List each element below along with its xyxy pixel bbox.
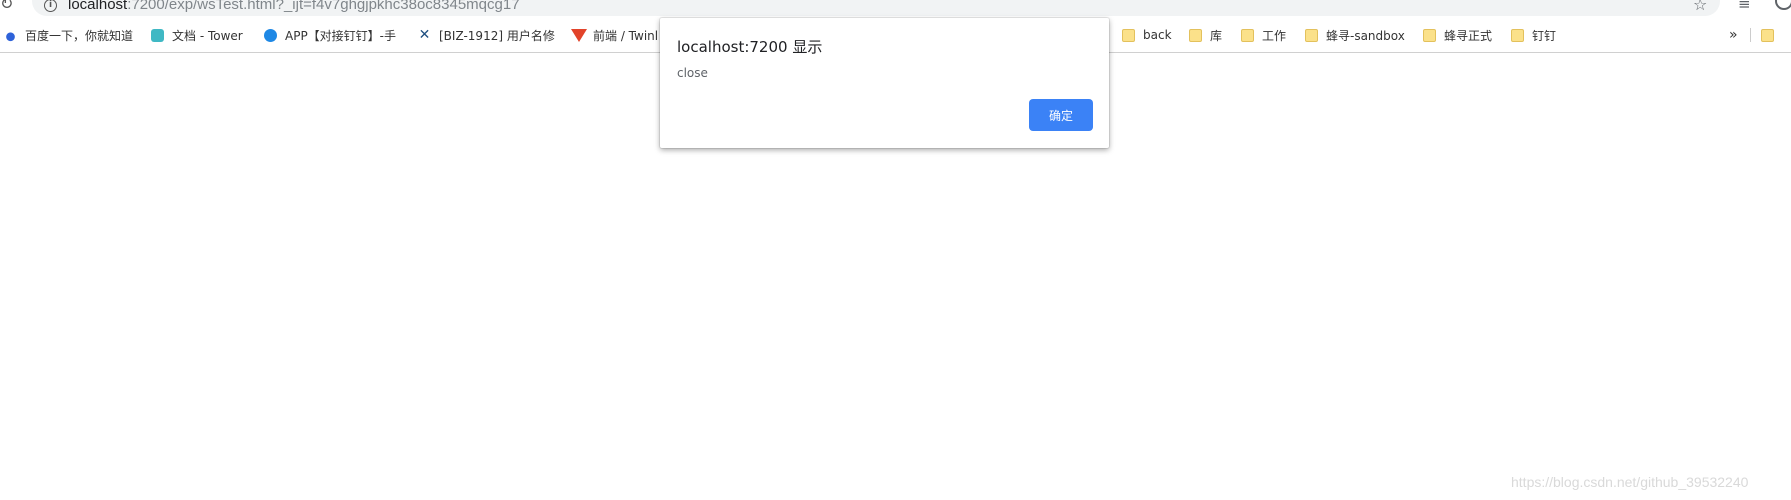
bookmark-item[interactable]: 百度一下，你就知道 bbox=[4, 24, 133, 46]
baidu-icon bbox=[4, 28, 17, 42]
folder-icon bbox=[1423, 28, 1436, 42]
bookmark-label: 库 bbox=[1210, 28, 1223, 43]
bookmark-star-icon[interactable]: ☆ bbox=[1693, 0, 1707, 14]
bookmarks-separator bbox=[1750, 28, 1751, 42]
reload-icon[interactable]: ↻ bbox=[0, 0, 13, 13]
info-icon[interactable]: i bbox=[44, 0, 57, 12]
bookmark-folder[interactable]: 库 bbox=[1189, 24, 1222, 46]
folder-icon bbox=[1305, 28, 1318, 42]
folder-icon bbox=[1122, 28, 1135, 42]
address-row: ↻ i localhost:7200/exp/wsTest.html?_ijt=… bbox=[0, 0, 1791, 18]
url-text[interactable]: localhost:7200/exp/wsTest.html?_ijt=f4v7… bbox=[68, 0, 520, 13]
bookmark-item[interactable]: 文档 - Tower bbox=[151, 24, 243, 46]
alert-dialog: localhost:7200 显示 close 确定 bbox=[660, 18, 1109, 148]
folder-icon bbox=[1511, 28, 1524, 42]
bookmarks-overflow-button[interactable]: » bbox=[1729, 24, 1738, 46]
bookmark-label: 文档 - Tower bbox=[172, 28, 243, 43]
bookmark-label: 蜂寻正式 bbox=[1444, 28, 1493, 43]
app-icon bbox=[264, 28, 277, 42]
bookmark-label: [BIZ-1912] 用户名修 bbox=[439, 28, 555, 43]
folder-icon bbox=[1761, 28, 1774, 42]
url-path: :7200/exp/wsTest.html?_ijt=f4v7ghgjpkhc3… bbox=[127, 0, 520, 13]
folder-icon bbox=[1189, 28, 1202, 42]
folder-icon bbox=[1241, 28, 1254, 42]
bookmark-folder[interactable]: 蜂寻-sandbox bbox=[1305, 24, 1405, 46]
dialog-title: localhost:7200 显示 bbox=[677, 38, 823, 56]
bookmark-folder[interactable]: back bbox=[1122, 24, 1172, 46]
bookmark-item[interactable]: APP【对接钉钉】-手 bbox=[264, 24, 396, 46]
tower-icon bbox=[151, 28, 164, 42]
bookmark-label: 蜂寻-sandbox bbox=[1326, 28, 1405, 43]
bookmark-item[interactable]: ✕ [BIZ-1912] 用户名修 bbox=[418, 24, 555, 46]
dialog-message: close bbox=[677, 66, 708, 80]
bookmark-label: 百度一下，你就知道 bbox=[25, 28, 134, 43]
bookmark-label: 工作 bbox=[1262, 28, 1287, 43]
bookmark-folder[interactable]: 钉钉 bbox=[1511, 24, 1556, 46]
bookmark-label: APP【对接钉钉】-手 bbox=[285, 28, 397, 43]
ok-button[interactable]: 确定 bbox=[1029, 99, 1093, 131]
jira-icon: ✕ bbox=[418, 26, 431, 43]
address-bar[interactable]: i localhost:7200/exp/wsTest.html?_ijt=f4… bbox=[32, 0, 1720, 16]
menu-icon[interactable]: ≡ bbox=[1738, 0, 1751, 13]
bookmark-item[interactable]: 前端 / Twinl bbox=[571, 24, 658, 46]
bookmark-label: 前端 / Twinl bbox=[593, 28, 659, 43]
bookmark-label: 钉钉 bbox=[1532, 28, 1557, 43]
bookmark-folder[interactable]: 蜂寻正式 bbox=[1423, 24, 1492, 46]
url-host: localhost bbox=[68, 0, 128, 13]
gitlab-icon bbox=[571, 28, 587, 42]
watermark: https://blog.csdn.net/github_39532240 bbox=[1511, 474, 1749, 490]
bookmark-folder[interactable]: 工作 bbox=[1241, 24, 1286, 46]
profile-icon[interactable] bbox=[1775, 0, 1791, 10]
bookmark-label: back bbox=[1143, 28, 1172, 42]
bookmark-folder-partial[interactable] bbox=[1761, 24, 1782, 46]
